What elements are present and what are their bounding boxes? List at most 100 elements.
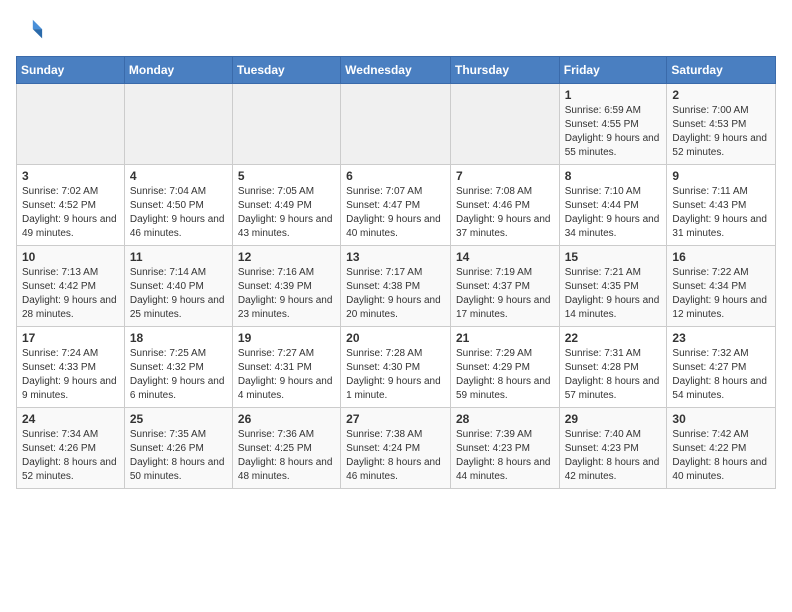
day-detail: Sunrise: 7:13 AMSunset: 4:42 PMDaylight:…: [22, 266, 119, 322]
day-number: 2: [672, 88, 770, 102]
calendar-week-row: 3 Sunrise: 7:02 AMSunset: 4:52 PMDaylight…: [17, 165, 776, 246]
day-number: 29: [565, 412, 662, 426]
day-number: 5: [238, 169, 335, 183]
calendar-cell: 17 Sunrise: 7:24 AMSunset: 4:33 PMDayligh…: [17, 327, 125, 408]
day-number: 6: [346, 169, 445, 183]
day-detail: Sunrise: 7:32 AMSunset: 4:27 PMDaylight:…: [672, 347, 770, 403]
day-detail: Sunrise: 7:07 AMSunset: 4:47 PMDaylight:…: [346, 185, 445, 241]
calendar-cell: 28 Sunrise: 7:39 AMSunset: 4:23 PMDayligh…: [450, 408, 559, 489]
calendar-cell: 8 Sunrise: 7:10 AMSunset: 4:44 PMDaylight…: [559, 165, 667, 246]
day-detail: Sunrise: 7:27 AMSunset: 4:31 PMDaylight:…: [238, 347, 335, 403]
day-number: 30: [672, 412, 770, 426]
day-detail: Sunrise: 6:59 AMSunset: 4:55 PMDaylight:…: [565, 104, 662, 160]
calendar-cell: [450, 84, 559, 165]
day-number: 7: [456, 169, 554, 183]
day-detail: Sunrise: 7:05 AMSunset: 4:49 PMDaylight:…: [238, 185, 335, 241]
weekday-row: SundayMondayTuesdayWednesdayThursdayFrid…: [17, 57, 776, 84]
calendar-cell: 16Sunrise: 7:22 AMSunset: 4:34 PMDayligh…: [667, 246, 776, 327]
day-number: 14: [456, 250, 554, 264]
day-detail: Sunrise: 7:29 AMSunset: 4:29 PMDaylight:…: [456, 347, 554, 403]
day-detail: Sunrise: 7:38 AMSunset: 4:24 PMDaylight:…: [346, 428, 445, 484]
day-number: 26: [238, 412, 335, 426]
day-detail: Sunrise: 7:34 AMSunset: 4:26 PMDaylight:…: [22, 428, 119, 484]
day-number: 21: [456, 331, 554, 345]
calendar-cell: 5 Sunrise: 7:05 AMSunset: 4:49 PMDaylight…: [232, 165, 340, 246]
calendar-cell: 19 Sunrise: 7:27 AMSunset: 4:31 PMDayligh…: [232, 327, 340, 408]
day-number: 10: [22, 250, 119, 264]
day-number: 28: [456, 412, 554, 426]
day-number: 12: [238, 250, 335, 264]
calendar-cell: 7 Sunrise: 7:08 AMSunset: 4:46 PMDaylight…: [450, 165, 559, 246]
day-detail: Sunrise: 7:25 AMSunset: 4:32 PMDaylight:…: [130, 347, 227, 403]
calendar-cell: 20Sunrise: 7:28 AMSunset: 4:30 PMDayligh…: [341, 327, 451, 408]
day-number: 3: [22, 169, 119, 183]
logo: [16, 16, 48, 44]
calendar-cell: 2 Sunrise: 7:00 AMSunset: 4:53 PMDaylight…: [667, 84, 776, 165]
day-detail: Sunrise: 7:16 AMSunset: 4:39 PMDaylight:…: [238, 266, 335, 322]
calendar-cell: [341, 84, 451, 165]
day-detail: Sunrise: 7:22 AMSunset: 4:34 PMDaylight:…: [672, 266, 770, 322]
calendar-cell: [17, 84, 125, 165]
day-detail: Sunrise: 7:17 AMSunset: 4:38 PMDaylight:…: [346, 266, 445, 322]
calendar-cell: 11 Sunrise: 7:14 AMSunset: 4:40 PMDayligh…: [124, 246, 232, 327]
day-detail: Sunrise: 7:08 AMSunset: 4:46 PMDaylight:…: [456, 185, 554, 241]
calendar-week-row: 17 Sunrise: 7:24 AMSunset: 4:33 PMDayligh…: [17, 327, 776, 408]
day-number: 24: [22, 412, 119, 426]
calendar-cell: 30 Sunrise: 7:42 AMSunset: 4:22 PMDayligh…: [667, 408, 776, 489]
weekday-header: Friday: [559, 57, 667, 84]
day-detail: Sunrise: 7:40 AMSunset: 4:23 PMDaylight:…: [565, 428, 662, 484]
calendar: SundayMondayTuesdayWednesdayThursdayFrid…: [16, 56, 776, 489]
day-detail: Sunrise: 7:11 AMSunset: 4:43 PMDaylight:…: [672, 185, 770, 241]
day-detail: Sunrise: 7:19 AMSunset: 4:37 PMDaylight:…: [456, 266, 554, 322]
calendar-cell: 24 Sunrise: 7:34 AMSunset: 4:26 PMDayligh…: [17, 408, 125, 489]
calendar-cell: 4 Sunrise: 7:04 AMSunset: 4:50 PMDaylight…: [124, 165, 232, 246]
day-number: 18: [130, 331, 227, 345]
day-detail: Sunrise: 7:42 AMSunset: 4:22 PMDaylight:…: [672, 428, 770, 484]
calendar-cell: 23 Sunrise: 7:32 AMSunset: 4:27 PMDayligh…: [667, 327, 776, 408]
calendar-cell: 29 Sunrise: 7:40 AMSunset: 4:23 PMDayligh…: [559, 408, 667, 489]
day-number: 13: [346, 250, 445, 264]
day-number: 11: [130, 250, 227, 264]
day-detail: Sunrise: 7:35 AMSunset: 4:26 PMDaylight:…: [130, 428, 227, 484]
calendar-cell: 3 Sunrise: 7:02 AMSunset: 4:52 PMDaylight…: [17, 165, 125, 246]
day-number: 17: [22, 331, 119, 345]
calendar-cell: 22Sunrise: 7:31 AMSunset: 4:28 PMDayligh…: [559, 327, 667, 408]
day-detail: Sunrise: 7:14 AMSunset: 4:40 PMDaylight:…: [130, 266, 227, 322]
day-number: 19: [238, 331, 335, 345]
day-detail: Sunrise: 7:00 AMSunset: 4:53 PMDaylight:…: [672, 104, 770, 160]
day-number: 8: [565, 169, 662, 183]
page-header: [16, 16, 776, 44]
day-detail: Sunrise: 7:10 AMSunset: 4:44 PMDaylight:…: [565, 185, 662, 241]
day-detail: Sunrise: 7:02 AMSunset: 4:52 PMDaylight:…: [22, 185, 119, 241]
day-detail: Sunrise: 7:21 AMSunset: 4:35 PMDaylight:…: [565, 266, 662, 322]
weekday-header: Thursday: [450, 57, 559, 84]
calendar-cell: [232, 84, 340, 165]
calendar-week-row: 10 Sunrise: 7:13 AMSunset: 4:42 PMDayligh…: [17, 246, 776, 327]
calendar-cell: 21 Sunrise: 7:29 AMSunset: 4:29 PMDayligh…: [450, 327, 559, 408]
day-number: 1: [565, 88, 662, 102]
weekday-header: Wednesday: [341, 57, 451, 84]
day-detail: Sunrise: 7:39 AMSunset: 4:23 PMDaylight:…: [456, 428, 554, 484]
day-number: 4: [130, 169, 227, 183]
calendar-cell: 18 Sunrise: 7:25 AMSunset: 4:32 PMDayligh…: [124, 327, 232, 408]
calendar-body: 1 Sunrise: 6:59 AMSunset: 4:55 PMDaylight…: [17, 84, 776, 489]
day-number: 25: [130, 412, 227, 426]
day-detail: Sunrise: 7:04 AMSunset: 4:50 PMDaylight:…: [130, 185, 227, 241]
calendar-cell: 12 Sunrise: 7:16 AMSunset: 4:39 PMDayligh…: [232, 246, 340, 327]
weekday-header: Saturday: [667, 57, 776, 84]
calendar-cell: [124, 84, 232, 165]
day-number: 23: [672, 331, 770, 345]
calendar-cell: 6 Sunrise: 7:07 AMSunset: 4:47 PMDaylight…: [341, 165, 451, 246]
logo-icon: [16, 16, 44, 44]
day-number: 9: [672, 169, 770, 183]
calendar-week-row: 1 Sunrise: 6:59 AMSunset: 4:55 PMDaylight…: [17, 84, 776, 165]
day-number: 22: [565, 331, 662, 345]
calendar-cell: 26 Sunrise: 7:36 AMSunset: 4:25 PMDayligh…: [232, 408, 340, 489]
calendar-cell: 1 Sunrise: 6:59 AMSunset: 4:55 PMDaylight…: [559, 84, 667, 165]
day-detail: Sunrise: 7:36 AMSunset: 4:25 PMDaylight:…: [238, 428, 335, 484]
calendar-cell: 27Sunrise: 7:38 AMSunset: 4:24 PMDayligh…: [341, 408, 451, 489]
day-detail: Sunrise: 7:28 AMSunset: 4:30 PMDaylight:…: [346, 347, 445, 403]
calendar-cell: 9 Sunrise: 7:11 AMSunset: 4:43 PMDaylight…: [667, 165, 776, 246]
calendar-cell: 13 Sunrise: 7:17 AMSunset: 4:38 PMDayligh…: [341, 246, 451, 327]
day-detail: Sunrise: 7:24 AMSunset: 4:33 PMDaylight:…: [22, 347, 119, 403]
